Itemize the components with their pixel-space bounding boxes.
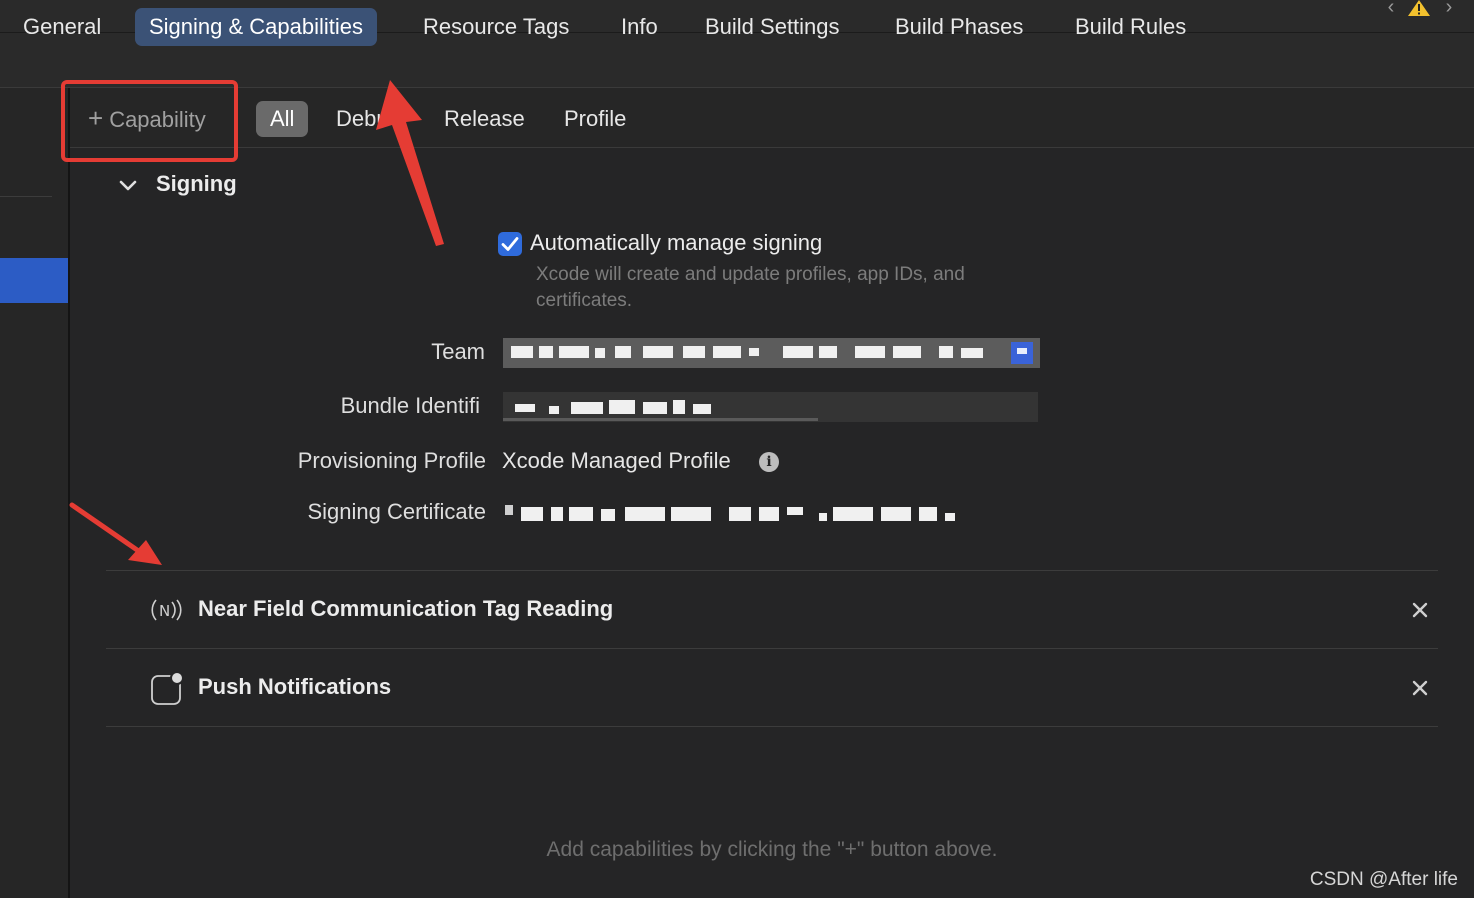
chevron-left-icon[interactable]: ‹ (1382, 0, 1400, 18)
filter-release[interactable]: Release (430, 101, 539, 137)
warning-icon[interactable] (1408, 0, 1430, 16)
watermark: CSDN @After life (1309, 869, 1458, 890)
team-popup[interactable] (503, 338, 1040, 368)
tab-resource-tags[interactable]: Resource Tags (409, 8, 583, 46)
auto-manage-signing-description: Xcode will create and update profiles, a… (536, 264, 965, 311)
tab-build-settings[interactable]: Build Settings (691, 8, 854, 46)
chevron-right-icon[interactable]: › (1440, 0, 1458, 18)
checkmark-icon (501, 237, 519, 251)
annotation-arrow-down-head (128, 540, 162, 565)
nfc-icon: N (150, 597, 186, 629)
add-capabilities-hint: Add capabilities by clicking the "+" but… (546, 838, 998, 861)
sidebar-selected-target[interactable] (0, 258, 68, 303)
bundle-identifier-field[interactable] (503, 392, 1038, 422)
targets-sidebar (0, 88, 70, 898)
sidebar-divider (0, 196, 52, 197)
provisioning-profile-value: Xcode Managed Profile (502, 448, 731, 473)
capability-divider (106, 726, 1438, 727)
provisioning-profile-label: Provisioning Profile (297, 448, 486, 473)
remove-push-capability-close-icon[interactable] (1410, 678, 1430, 698)
tab-general[interactable]: General (9, 8, 115, 46)
annotation-highlight-box (61, 80, 238, 162)
signing-certificate-value (503, 501, 963, 527)
team-label: Team (431, 339, 485, 364)
tab-info[interactable]: Info (607, 8, 672, 46)
capability-divider (106, 648, 1438, 649)
remove-nfc-capability-close-icon[interactable] (1410, 600, 1430, 620)
filter-all[interactable]: All (256, 101, 309, 137)
chevron-down-icon[interactable] (118, 176, 138, 196)
capability-name-push-notifications: Push Notifications (198, 674, 392, 699)
tab-build-rules[interactable]: Build Rules (1061, 8, 1200, 46)
info-icon[interactable]: i (759, 452, 779, 472)
annotation-arrow-down-shaft (69, 502, 143, 555)
tab-signing-capabilities[interactable]: Signing & Capabilities (135, 8, 378, 46)
redacted-team-value (503, 338, 1040, 368)
auto-manage-signing-checkbox[interactable] (498, 232, 522, 256)
filter-debug[interactable]: Debu (322, 101, 403, 137)
redacted-bundle-identifier (503, 392, 1038, 422)
notification-badge-icon (150, 670, 186, 712)
auto-manage-signing-label: Automatically manage signing (530, 230, 823, 255)
svg-text:N: N (159, 602, 170, 620)
bundle-identifier-label: Bundle Identifi (340, 393, 480, 418)
filter-profile[interactable]: Profile (550, 101, 640, 137)
signing-certificate-label: Signing Certificate (307, 499, 486, 524)
redacted-certificate-value (505, 505, 955, 521)
tab-build-phases[interactable]: Build Phases (881, 8, 1037, 46)
capability-name-nfc: Near Field Communication Tag Reading (198, 596, 614, 621)
capability-divider (106, 570, 1438, 571)
signing-section-title: Signing (156, 171, 237, 196)
